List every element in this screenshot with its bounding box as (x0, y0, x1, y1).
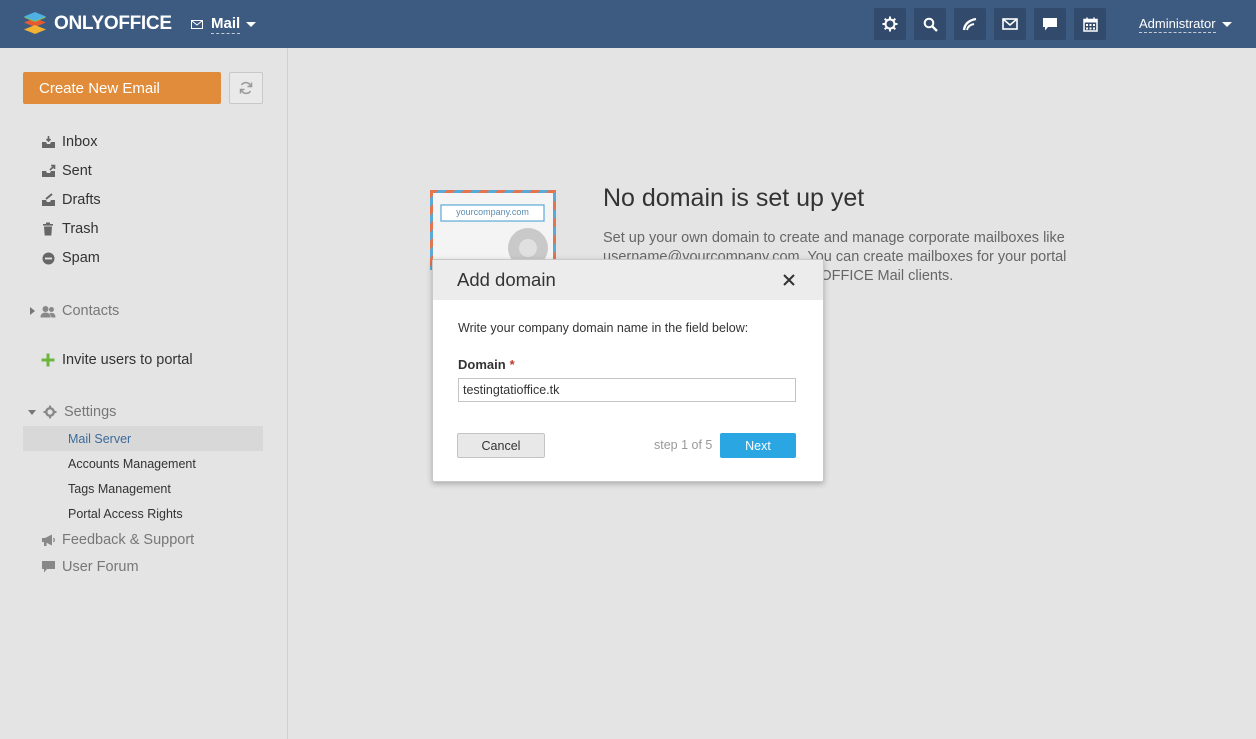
spam-icon (40, 250, 56, 266)
sidebar-item-label: Trash (62, 221, 99, 237)
sidebar-item-label: Sent (62, 163, 92, 179)
drafts-icon (40, 192, 56, 208)
logo-icon (24, 12, 46, 34)
dialog-title: Add domain (457, 269, 556, 290)
calendar-icon (1082, 17, 1098, 32)
search-icon (923, 17, 938, 32)
refresh-button[interactable] (229, 72, 263, 104)
envelope-illustration: yourcompany.com (430, 190, 556, 270)
module-label: Mail (211, 15, 241, 34)
sidebar-item-sent[interactable]: Sent (40, 161, 92, 181)
sidebar-item-feedback[interactable]: Feedback & Support (40, 530, 194, 550)
feed-button[interactable] (954, 8, 986, 40)
next-button[interactable]: Next (720, 433, 796, 458)
sidebar-item-label: Inbox (62, 134, 98, 150)
sidebar-item-label: Settings (64, 404, 117, 420)
sidebar-item-portal-access-rights[interactable]: Portal Access Rights (68, 505, 183, 523)
inbox-icon (40, 134, 56, 150)
create-new-email-button[interactable]: Create New Email (23, 72, 221, 104)
sidebar-item-invite-users[interactable]: Invite users to portal (40, 350, 193, 370)
calendar-button[interactable] (1074, 8, 1106, 40)
chevron-down-icon (246, 22, 257, 27)
chat-icon (1043, 17, 1057, 30)
chevron-right-icon (30, 307, 35, 315)
chat-button[interactable] (1034, 8, 1066, 40)
logo-text: ONLYOFFICE (54, 13, 172, 34)
dialog-instruction: Write your company domain name in the fi… (458, 321, 749, 335)
mail-icon (1002, 18, 1018, 30)
trash-icon (40, 221, 56, 237)
empty-state-title: No domain is set up yet (603, 184, 865, 212)
sidebar-item-settings[interactable]: Settings (28, 402, 116, 422)
settings-icon (882, 16, 898, 32)
sidebar-item-label: Spam (62, 250, 100, 266)
sidebar-item-spam[interactable]: Spam (40, 248, 100, 268)
sidebar-item-trash[interactable]: Trash (40, 219, 99, 239)
sidebar-item-label: Invite users to portal (62, 352, 193, 368)
chevron-down-icon (1221, 22, 1232, 27)
user-menu[interactable]: Administrator (1139, 16, 1232, 33)
megaphone-icon (40, 532, 56, 548)
plus-icon (40, 352, 56, 368)
active-item-highlight (23, 426, 263, 451)
sent-icon (40, 163, 56, 179)
contacts-icon (40, 303, 56, 319)
sidebar-item-accounts-management[interactable]: Accounts Management (68, 455, 196, 473)
sidebar: Create New Email Inbox Sent Drafts Trash… (0, 48, 288, 739)
domain-input[interactable] (458, 378, 796, 402)
sidebar-item-label: Drafts (62, 192, 101, 208)
domain-label-text: Domain (458, 357, 506, 372)
sidebar-item-user-forum[interactable]: User Forum (40, 557, 139, 577)
sidebar-item-contacts[interactable]: Contacts (30, 301, 119, 321)
domain-label: Domain * (458, 357, 515, 372)
sidebar-item-tags-management[interactable]: Tags Management (68, 480, 171, 498)
search-button[interactable] (914, 8, 946, 40)
onlyoffice-logo[interactable]: ONLYOFFICE (22, 11, 172, 37)
cancel-button[interactable]: Cancel (457, 433, 545, 458)
module-switcher[interactable]: Mail (191, 15, 257, 34)
sidebar-item-drafts[interactable]: Drafts (40, 190, 101, 210)
refresh-icon (239, 81, 253, 95)
sidebar-item-inbox[interactable]: Inbox (40, 132, 97, 152)
sidebar-item-mail-server[interactable]: Mail Server (68, 430, 131, 448)
sidebar-item-label: Feedback & Support (62, 532, 195, 548)
mail-module-icon (191, 20, 203, 29)
close-button[interactable] (781, 272, 797, 288)
user-name: Administrator (1139, 16, 1216, 33)
step-indicator: step 1 of 5 (654, 438, 713, 452)
mail-button[interactable] (994, 8, 1026, 40)
settings-button[interactable] (874, 8, 906, 40)
add-domain-dialog: Add domain Write your company domain nam… (432, 259, 824, 482)
sidebar-item-label: User Forum (62, 559, 139, 575)
required-mark: * (509, 357, 515, 372)
sidebar-item-label: Contacts (62, 303, 120, 319)
envelope-text: yourcompany.com (456, 207, 529, 217)
close-icon (783, 274, 795, 286)
top-bar: ONLYOFFICE Mail Administrator (0, 0, 1256, 48)
feed-icon (962, 17, 977, 31)
gear-icon (42, 404, 58, 420)
forum-icon (40, 559, 56, 575)
chevron-down-icon (28, 409, 36, 415)
